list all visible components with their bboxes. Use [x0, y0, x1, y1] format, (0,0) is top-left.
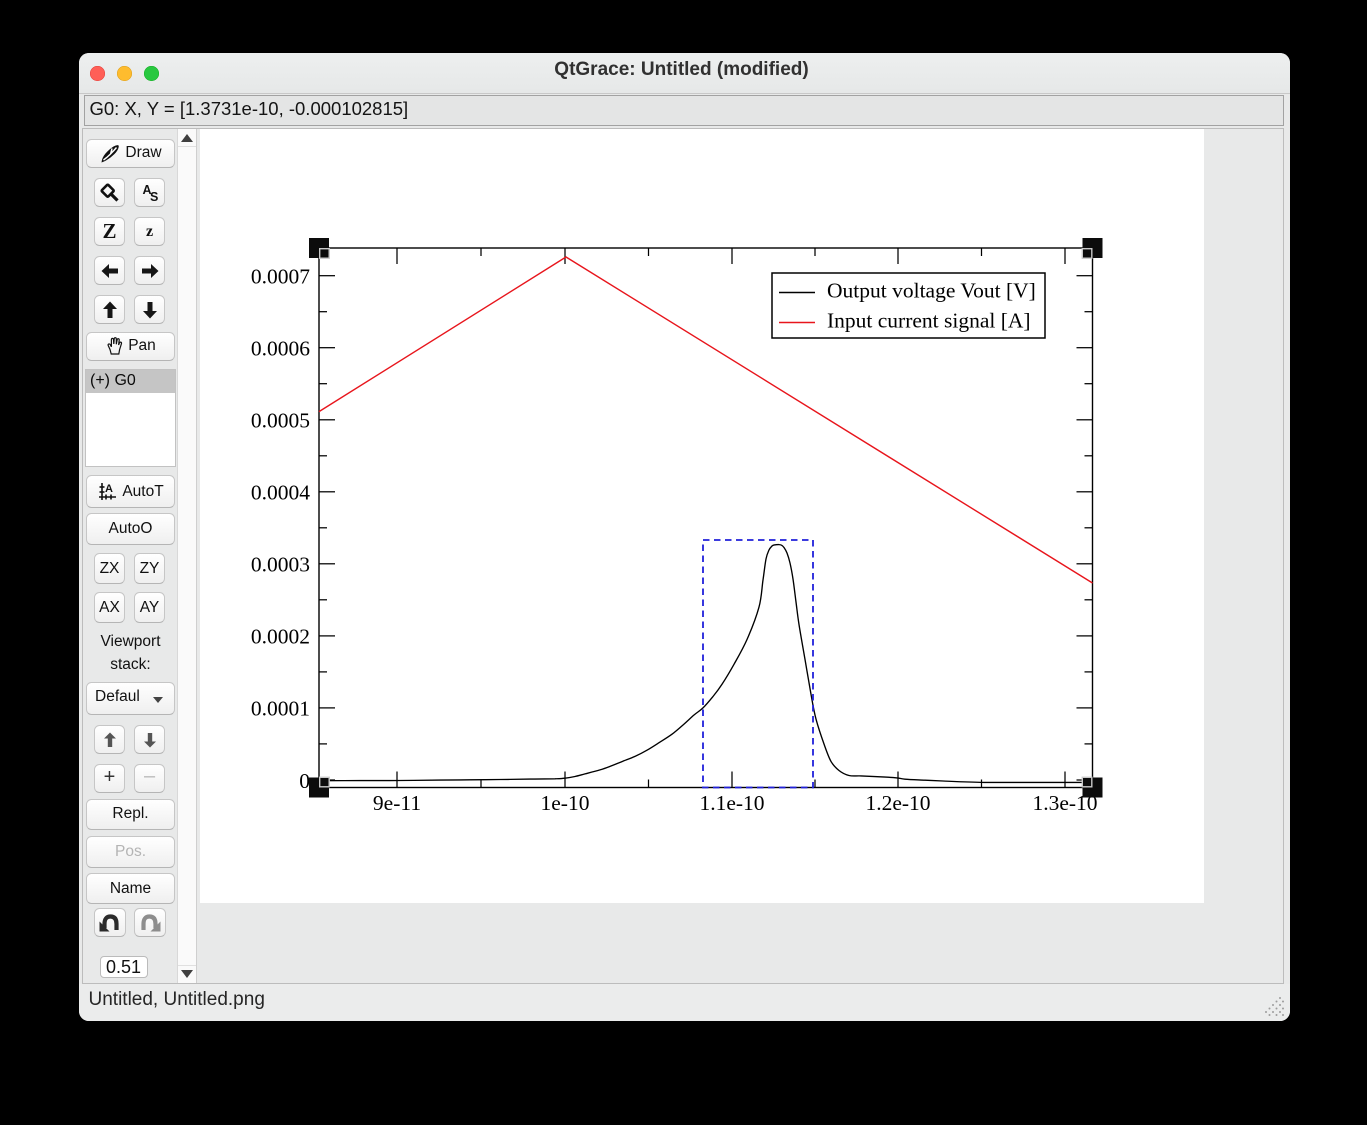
svg-text:0: 0	[299, 769, 310, 793]
svg-text:A: A	[105, 483, 113, 495]
svg-text:Input current signal [A]: Input current signal [A]	[827, 309, 1031, 333]
svg-text:1.1e-10: 1.1e-10	[699, 791, 764, 815]
svg-text:1e-10: 1e-10	[541, 791, 590, 815]
svg-text:Output voltage Vout [V]: Output voltage Vout [V]	[827, 279, 1036, 303]
svg-text:0.0002: 0.0002	[251, 625, 310, 649]
svg-text:0.0004: 0.0004	[251, 481, 310, 505]
svg-text:S: S	[150, 190, 158, 204]
svg-text:9e-11: 9e-11	[373, 791, 421, 815]
svg-text:0.0007: 0.0007	[251, 265, 310, 289]
svg-text:0.0006: 0.0006	[251, 337, 310, 361]
svg-text:1.2e-10: 1.2e-10	[865, 791, 930, 815]
svg-text:0.0003: 0.0003	[251, 553, 310, 577]
svg-text:0.0001: 0.0001	[251, 697, 310, 721]
svg-text:0.0005: 0.0005	[251, 409, 310, 433]
